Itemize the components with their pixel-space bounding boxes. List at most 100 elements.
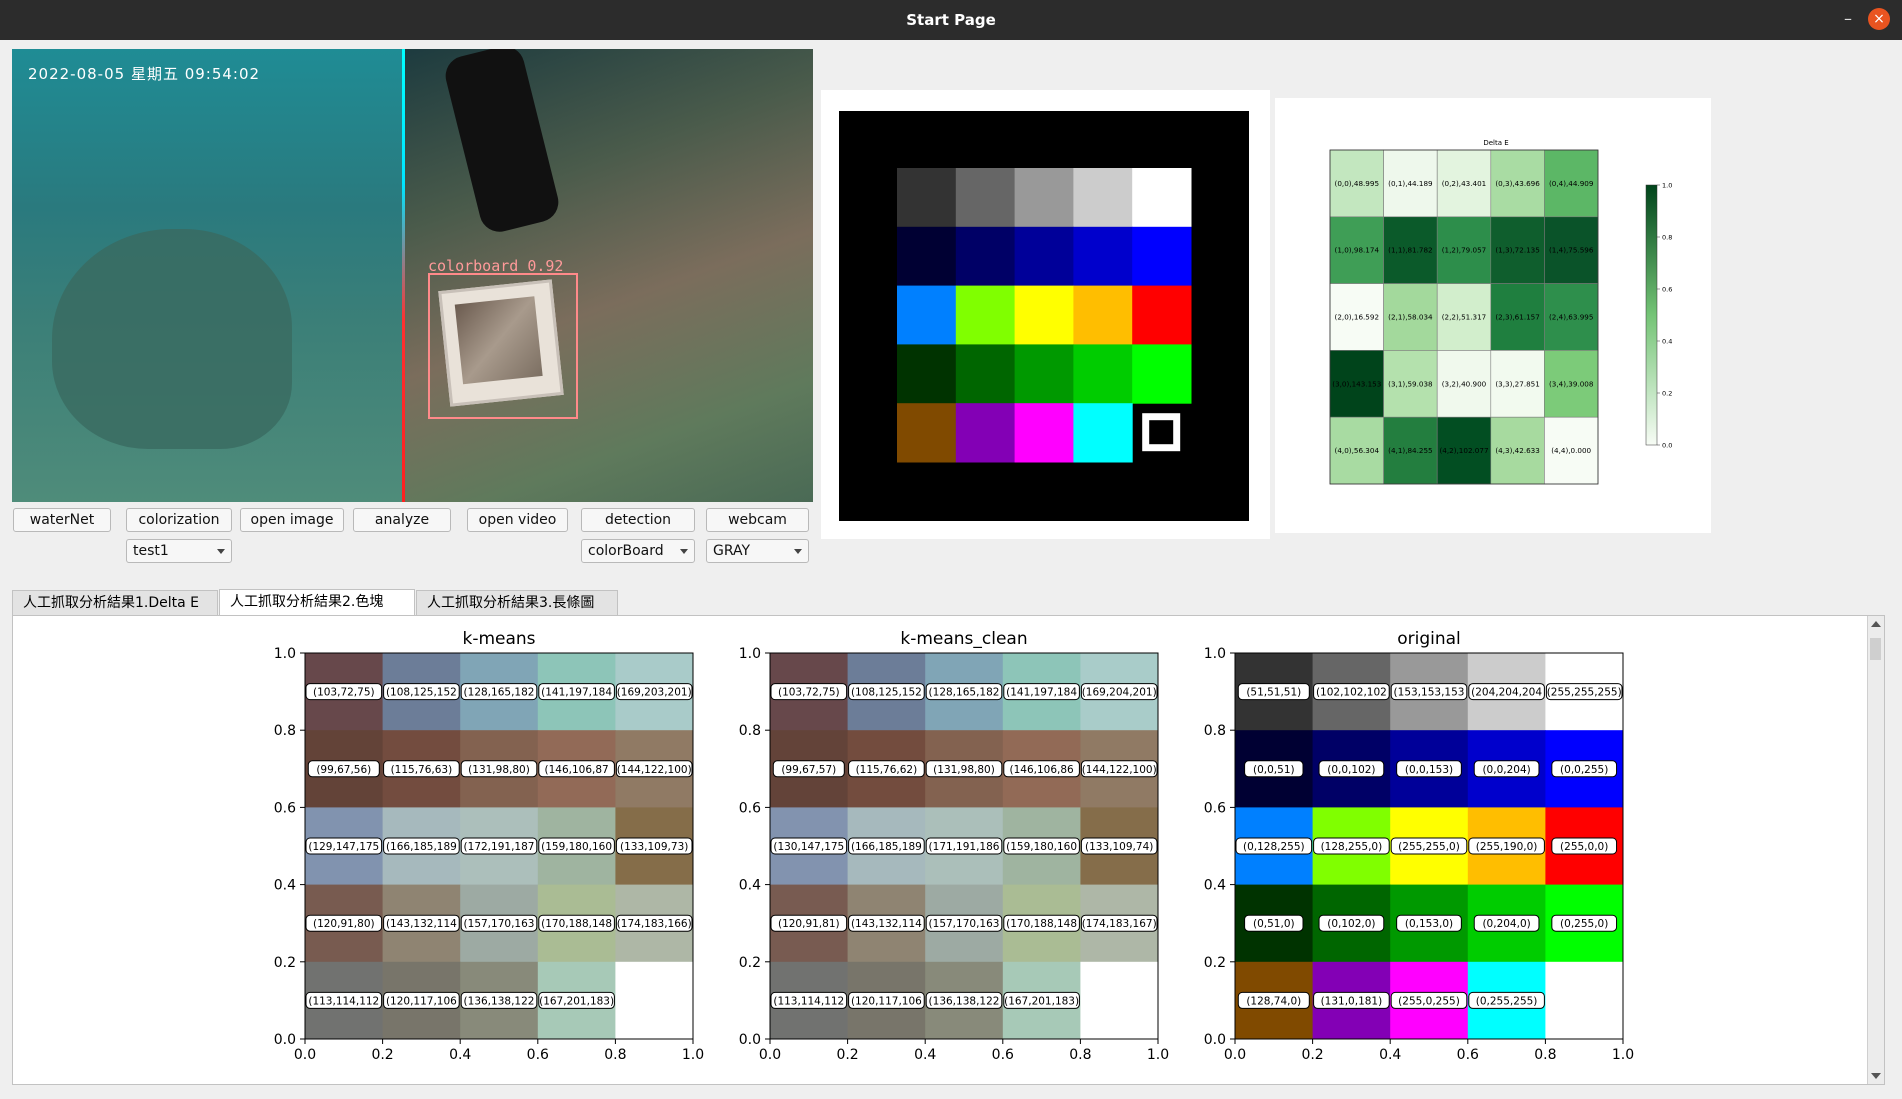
rgb-label: (255,190,0) xyxy=(1476,841,1538,853)
rgb-label: (0,153,0) xyxy=(1405,918,1453,930)
split-line[interactable] xyxy=(402,49,405,502)
rgb-label: (103,72,75) xyxy=(313,687,375,699)
rgb-label: (113,114,112 xyxy=(773,995,844,1007)
rgb-label: (146,106,86 xyxy=(1009,764,1074,776)
rgb-label: (169,203,201) xyxy=(617,687,692,699)
rgb-label: (157,170,163 xyxy=(929,918,1000,930)
open-image-button[interactable]: open image xyxy=(240,508,344,532)
model-select[interactable]: colorBoard xyxy=(581,539,695,563)
rgb-label: (99,67,57) xyxy=(781,764,836,776)
waternet-output-image xyxy=(12,49,404,502)
rgb-label: (0,128,255) xyxy=(1243,841,1305,853)
rgb-label: (133,109,74) xyxy=(1085,841,1153,853)
y-tick-label: 0.0 xyxy=(739,1032,761,1048)
y-tick-label: 0.6 xyxy=(1204,800,1226,816)
delta-e-title: Delta E xyxy=(1483,139,1508,147)
rgb-label: (0,51,0) xyxy=(1253,918,1295,930)
delta-e-panel: Delta E (0,0),48.995 (0,1),44.189 (0,2),43.… xyxy=(1275,98,1711,533)
colorboard-patch xyxy=(897,344,957,404)
rgb-label: (171,191,186 xyxy=(929,841,1000,853)
vertical-scrollbar[interactable] xyxy=(1867,616,1884,1084)
x-tick-label: 0.8 xyxy=(1069,1047,1091,1063)
delta-e-cell-label: (0,0),48.995 xyxy=(1335,179,1379,188)
chevron-down-icon xyxy=(794,549,802,554)
tab-bar-chart[interactable]: 人工抓取分析結果3.長條圖 xyxy=(416,590,618,615)
rgb-label: (0,255,0) xyxy=(1560,918,1608,930)
scroll-up-icon[interactable] xyxy=(1871,621,1881,627)
rgb-label: (166,185,189 xyxy=(851,841,922,853)
color-block xyxy=(615,1000,694,1040)
x-tick-label: 0.2 xyxy=(371,1047,393,1063)
window-title: Start Page xyxy=(906,11,996,29)
rgb-label: (120,91,80) xyxy=(313,918,375,930)
delta-e-cell-label: (0,4),44.909 xyxy=(1549,179,1594,188)
delta-e-cell-label: (0,3),43.696 xyxy=(1495,179,1540,188)
rgb-label: (255,255,0) xyxy=(1398,841,1460,853)
rgb-label: (170,188,148 xyxy=(541,918,612,930)
delta-e-cell-label: (3,1),59.038 xyxy=(1388,379,1433,388)
rgb-label: (153,153,153 xyxy=(1394,687,1465,699)
y-tick-label: 0.6 xyxy=(274,800,296,816)
rgb-label: (136,138,122 xyxy=(464,995,535,1007)
colorboard-patch xyxy=(897,403,957,463)
delta-e-cell-label: (2,3),61.157 xyxy=(1495,313,1539,322)
y-tick-label: 0.4 xyxy=(274,878,296,894)
delta-e-cell-label: (2,4),63.995 xyxy=(1549,313,1593,322)
colorboard-patch xyxy=(1014,403,1074,463)
rgb-label: (141,197,184 xyxy=(541,687,612,699)
scroll-down-icon[interactable] xyxy=(1871,1073,1881,1079)
rgb-label: (115,76,63) xyxy=(391,764,453,776)
x-tick-label: 1.0 xyxy=(1147,1047,1169,1063)
waternet-button[interactable]: waterNet xyxy=(13,508,111,532)
colorboard-patch xyxy=(897,226,957,287)
delta-e-cell-label: (4,4),0.000 xyxy=(1551,446,1591,455)
fiducial-marker-core xyxy=(1154,425,1169,440)
colorboard-patch xyxy=(955,168,1016,228)
y-tick-label: 0.0 xyxy=(274,1032,296,1048)
rgb-label: (157,170,163 xyxy=(464,918,535,930)
delta-e-cell-label: (0,1),44.189 xyxy=(1388,179,1433,188)
delta-e-cell-label: (3,4),39.008 xyxy=(1549,379,1594,388)
delta-e-cell-label: (1,0),98.174 xyxy=(1335,246,1380,255)
rgb-label: (102,102,102 xyxy=(1316,687,1387,699)
open-video-button[interactable]: open video xyxy=(467,508,568,532)
rgb-label: (131,98,80) xyxy=(933,764,995,776)
y-tick-label: 1.0 xyxy=(274,646,296,662)
rgb-label: (144,122,100) xyxy=(617,764,692,776)
x-tick-label: 0.8 xyxy=(1534,1047,1556,1063)
colorboard-patch xyxy=(897,285,957,345)
colorization-button[interactable]: colorization xyxy=(126,508,232,532)
y-tick-label: 0.2 xyxy=(1204,955,1226,971)
rgb-label: (141,197,184 xyxy=(1006,687,1077,699)
tab-color-blocks[interactable]: 人工抓取分析結果2.色塊 xyxy=(219,589,415,615)
mode-select-value: GRAY xyxy=(713,543,751,559)
tab-delta-e[interactable]: 人工抓取分析結果1.Delta E xyxy=(12,590,218,615)
rgb-label: (128,74,0) xyxy=(1246,995,1301,1007)
rgb-label: (115,76,62) xyxy=(856,764,918,776)
detection-button[interactable]: detection xyxy=(581,508,695,532)
heatmaps-figure: k-means (103,72,75) (108,125,152 (128,165,1… xyxy=(274,629,1634,1063)
rgb-label: (255,0,255) xyxy=(1398,995,1460,1007)
rgb-label: (0,102,0) xyxy=(1327,918,1375,930)
chevron-down-icon xyxy=(217,549,225,554)
scrollbar-thumb[interactable] xyxy=(1870,638,1881,660)
colorbar-tick-label: 1.0 xyxy=(1662,182,1672,190)
mode-select[interactable]: GRAY xyxy=(706,539,809,563)
close-button[interactable]: × xyxy=(1868,8,1890,30)
delta-e-heatmap: Delta E (0,0),48.995 (0,1),44.189 (0,2),43.… xyxy=(1329,139,1672,485)
minimize-button[interactable]: – xyxy=(1836,7,1860,31)
color-block xyxy=(615,961,694,1001)
rgb-label: (113,114,112 xyxy=(308,995,379,1007)
rgb-label: (128,255,0) xyxy=(1321,841,1383,853)
rgb-label: (0,0,255) xyxy=(1560,764,1608,776)
rgb-label: (170,188,148 xyxy=(1006,918,1077,930)
analyze-button[interactable]: analyze xyxy=(353,508,451,532)
x-tick-label: 0.2 xyxy=(836,1047,858,1063)
test-select[interactable]: test1 xyxy=(126,539,232,563)
rgb-label: (0,0,153) xyxy=(1405,764,1453,776)
rgb-label: (144,122,100) xyxy=(1082,764,1157,776)
x-tick-label: 0.4 xyxy=(914,1047,936,1063)
chart-title: k-means_clean xyxy=(900,629,1027,649)
webcam-button[interactable]: webcam xyxy=(706,508,809,532)
x-tick-label: 0.4 xyxy=(449,1047,471,1063)
